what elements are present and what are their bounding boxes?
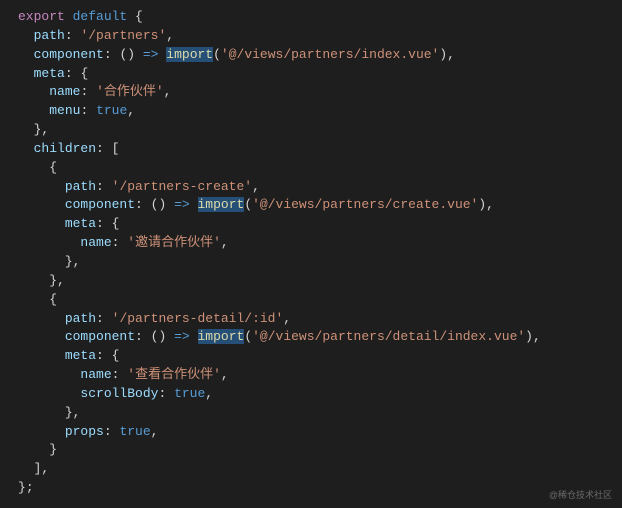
watermark: @稀仓技术社区	[549, 489, 612, 502]
c2-val-name: '查看合作伙伴'	[127, 367, 221, 382]
val-path: '/partners'	[80, 28, 166, 43]
c2-val-scrollbody: true	[174, 386, 205, 401]
c2-prop-path: path	[65, 311, 96, 326]
val-name: '合作伙伴'	[96, 84, 164, 99]
prop-menu: menu	[49, 103, 80, 118]
c2-prop-props: props	[65, 424, 104, 439]
code-block: export default { path: '/partners', comp…	[0, 8, 622, 498]
c1-import-arg: '@/views/partners/create.vue'	[252, 197, 478, 212]
c1-prop-meta: meta	[65, 216, 96, 231]
val-menu: true	[96, 103, 127, 118]
prop-meta: meta	[34, 66, 65, 81]
c2-prop-scrollbody: scrollBody	[80, 386, 158, 401]
c1-val-path: '/partners-create'	[112, 179, 252, 194]
c1-import-keyword: import	[198, 197, 245, 212]
prop-path: path	[34, 28, 65, 43]
c1-prop-path: path	[65, 179, 96, 194]
c1-prop-component: component	[65, 197, 135, 212]
c1-val-name: '邀请合作伙伴'	[127, 235, 221, 250]
prop-component: component	[34, 47, 104, 62]
import-keyword: import	[166, 47, 213, 62]
kw-export: export	[18, 9, 65, 24]
c1-prop-name: name	[80, 235, 111, 250]
import-arg: '@/views/partners/index.vue'	[221, 47, 439, 62]
c2-prop-name: name	[80, 367, 111, 382]
c2-import-keyword: import	[198, 329, 245, 344]
c2-val-props: true	[119, 424, 150, 439]
c2-import-arg: '@/views/partners/detail/index.vue'	[252, 329, 525, 344]
c2-prop-component: component	[65, 329, 135, 344]
c2-val-path: '/partners-detail/:id'	[112, 311, 284, 326]
prop-name: name	[49, 84, 80, 99]
c2-prop-meta: meta	[65, 348, 96, 363]
prop-children: children	[34, 141, 96, 156]
kw-default: default	[73, 9, 128, 24]
